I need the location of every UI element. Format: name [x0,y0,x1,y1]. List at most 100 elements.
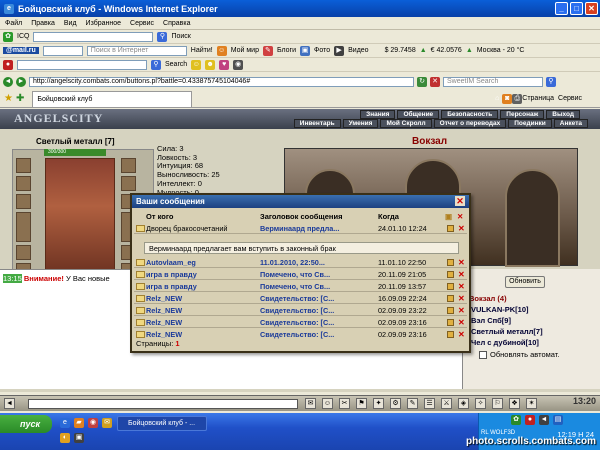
app-icon[interactable]: ✉ [102,418,112,428]
message-subject[interactable]: Помечено, что Св... [260,269,372,280]
message-subject[interactable]: Свидетельство: [С... [260,305,372,316]
nav-character[interactable]: Персонаж [500,110,545,119]
tool-icon[interactable]: ⚔ [441,398,452,409]
autorefresh-checkbox[interactable] [479,350,487,359]
message-row[interactable]: Relz_NEW Свидетельство: [С... 16.09.09 2… [134,293,467,304]
start-button[interactable]: пуск [0,415,52,433]
rss-icon[interactable]: ◙ [502,93,513,104]
page-link[interactable]: 1 [175,339,179,348]
lock-icon[interactable] [447,259,454,266]
menu-tools[interactable]: Сервис [130,20,154,27]
toolbar-search-input[interactable] [17,59,147,70]
lock-icon[interactable] [447,331,454,338]
delete-all-icon[interactable]: ✕ [457,212,463,221]
folder-icon[interactable]: ▰ [74,418,84,428]
autorefresh-option[interactable]: Обновлять автомат. [479,350,559,359]
message-row[interactable]: игра в правду Помечено, что Св... 20.11.… [134,269,467,280]
equipment-slot[interactable] [121,158,136,173]
lock-icon[interactable] [447,295,454,302]
message-subject[interactable]: 11.01.2010, 22:50... [260,257,372,268]
back-icon[interactable]: ◄ [3,77,13,87]
nav-inventory[interactable]: Инвентарь [293,119,341,128]
blogs-link[interactable]: Блоги [277,47,296,54]
message-row[interactable]: Дворец бракосочетаний Верминаард предла.… [134,223,467,234]
icq-button[interactable]: ICQ [17,33,29,40]
volume-icon[interactable]: ◄ [539,415,549,425]
message-row[interactable]: Autovlaam_eg 11.01.2010, 22:50... 11.01.… [134,257,467,268]
delete-icon[interactable]: ✕ [458,329,465,340]
tool-icon[interactable]: ✂ [339,398,350,409]
delete-icon[interactable]: ✕ [458,305,465,316]
nav-scroll[interactable]: Мой Скролл [380,119,432,128]
tray-icon[interactable]: ● [525,415,535,425]
tool-icon[interactable]: ✧ [475,398,486,409]
close-button[interactable]: ✕ [585,2,598,15]
equipment-slot[interactable] [16,245,31,260]
toolbar-search-button[interactable]: Search [165,61,187,68]
print-icon[interactable]: ⎙ [512,93,523,104]
minimize-button[interactable]: _ [555,2,568,15]
delete-icon[interactable]: ✕ [458,269,465,280]
mask-icon[interactable]: ◉ [233,59,244,70]
forward-icon[interactable]: ► [16,77,26,87]
mailru-logo[interactable]: @mail.ru [3,47,39,54]
message-subject[interactable]: Верминаард предла... [260,223,372,234]
delete-icon[interactable]: ✕ [458,281,465,292]
message-subject[interactable]: Свидетельство: [С... [260,293,372,304]
app-icon[interactable]: ▣ [74,433,84,443]
message-row[interactable]: игра в правду Помечено, что Св... 20.11.… [134,281,467,292]
nav-chat[interactable]: Общение [397,110,440,119]
refresh-button[interactable]: Обновить [505,276,545,288]
find-button[interactable]: Найти! [191,47,213,54]
nav-knowledge[interactable]: Знания [360,110,396,119]
tool-icon[interactable]: ✎ [407,398,418,409]
nav-exit[interactable]: Выход [546,110,580,119]
refresh-icon[interactable]: ↻ [417,77,427,87]
menu-help[interactable]: Справка [163,20,190,27]
nav-security[interactable]: Безопасность [441,110,499,119]
user-name[interactable]: Чел с дубиной[10] [471,338,539,347]
search-icon[interactable]: ⚲ [546,77,556,87]
equipment-slot[interactable] [121,176,136,191]
equipment-slot[interactable] [16,158,31,173]
message-subject[interactable]: Свидетельство: [С... [260,329,372,340]
mailru-search-input[interactable]: Поиск в Интернет [86,45,187,56]
tool-icon[interactable]: ◈ [458,398,469,409]
tab-fightclub[interactable]: Бойцовский клуб [32,90,193,107]
icq-search-button[interactable]: Поиск [171,33,190,40]
character-avatar[interactable] [45,158,115,278]
smiley-icon[interactable]: ☺ [191,59,202,70]
tray-icon[interactable]: ✿ [511,415,521,425]
smiley-icon[interactable]: ☺ [322,398,333,409]
user-name[interactable]: Вэл Спб[9] [471,316,511,325]
nav-battles[interactable]: Поединки [508,119,552,128]
user-name[interactable]: VULKAN-PK[10] [471,305,529,314]
delete-icon[interactable]: ✕ [458,257,465,268]
user-entry[interactable]: Чел с дубиной[10] [471,338,539,347]
character-name[interactable]: Светлый металл [7] [36,137,115,146]
menu-view[interactable]: Вид [64,20,77,27]
tool-icon[interactable]: ⚐ [492,398,503,409]
menu-file[interactable]: Файл [5,20,22,27]
app-icon[interactable]: ◉ [88,418,98,428]
menu-favorites[interactable]: Избранное [86,20,121,27]
tools-menu[interactable]: Сервис [558,95,582,102]
lock-icon[interactable] [447,283,454,290]
photo-link[interactable]: Фото [314,47,330,54]
equipment-slot[interactable] [16,194,31,209]
mailru-login-input[interactable] [42,45,83,56]
arch-door[interactable] [505,169,560,267]
home-icon[interactable]: ⌂ [492,94,502,104]
network-icon[interactable]: ▤ [553,415,563,425]
nav-profile[interactable]: Анкета [553,119,588,128]
nav-transfers[interactable]: Отчет о переводах [433,119,507,128]
dialog-close-icon[interactable]: ✕ [455,196,465,206]
mymir-link[interactable]: Мой мир [231,47,259,54]
ie-icon[interactable]: e [60,418,70,428]
smiley-icon[interactable]: ☻ [205,59,216,70]
add-favorite-icon[interactable]: ✚ [16,93,24,104]
chat-mode-icon[interactable]: ◄ [4,398,15,409]
user-entry[interactable]: Вэл Спб[9] [471,316,511,325]
user-entry[interactable]: Светлый металл[7] [471,327,543,336]
send-icon[interactable]: ✉ [305,398,316,409]
